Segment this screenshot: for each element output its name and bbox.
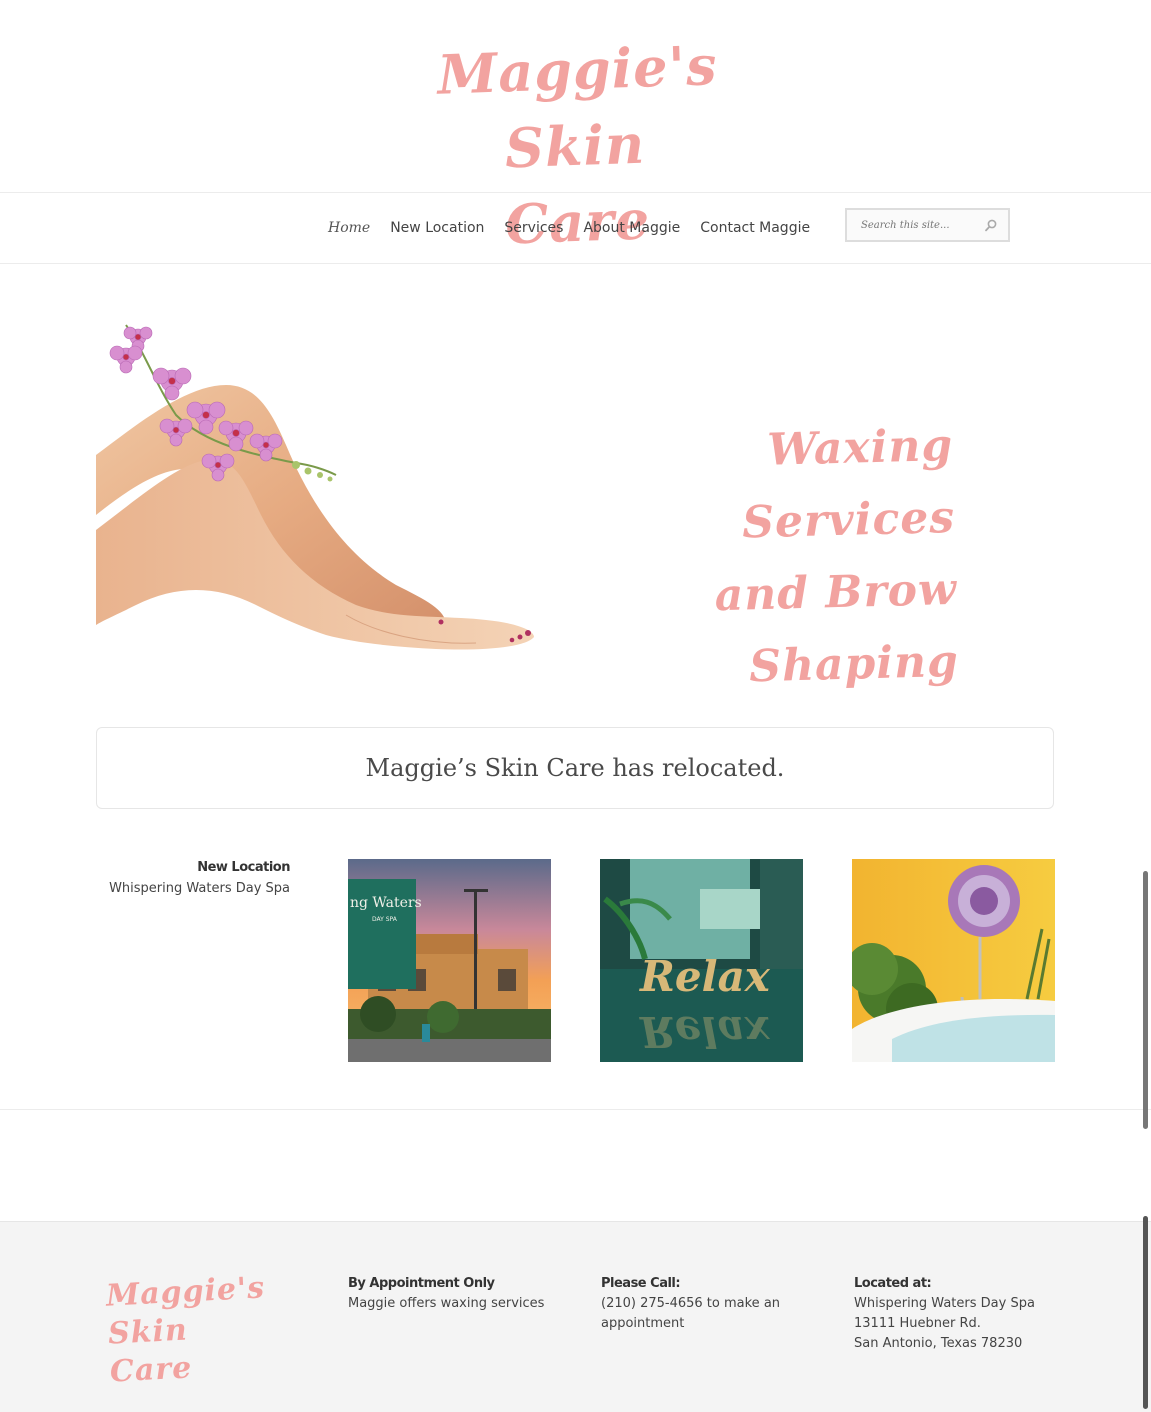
- search-box: [845, 208, 1010, 242]
- logo-line-1: Maggie's: [436, 33, 719, 107]
- scrollbar-thumb-secondary[interactable]: [1143, 1216, 1148, 1409]
- main-nav: Home New Location Services About Maggie …: [318, 193, 820, 263]
- scrollbar[interactable]: [1142, 868, 1150, 1411]
- new-location-name: Whispering Waters Day Spa: [109, 881, 290, 896]
- content-separator: [0, 1109, 1151, 1110]
- nav-item-home[interactable]: Home: [318, 220, 380, 236]
- footer-logo-line-2: Skin Care: [107, 1312, 194, 1390]
- search-icon[interactable]: [984, 218, 998, 232]
- address-line-3: San Antonio, Texas 78230: [854, 1336, 1023, 1351]
- new-location-heading: New Location: [197, 860, 290, 875]
- hero-banner: Waxing Services and Brow Shaping: [96, 315, 1056, 692]
- footer-logo[interactable]: Maggie's Skin Care: [105, 1270, 266, 1391]
- nav-item-about-maggie[interactable]: About Maggie: [573, 220, 690, 236]
- hero-title-line-2: and Brow Shaping: [714, 563, 960, 693]
- legs-with-orchids-image: [96, 324, 534, 650]
- search-input[interactable]: [847, 210, 1001, 240]
- nav-item-services[interactable]: Services: [494, 220, 573, 236]
- site-footer: Maggie's Skin Care By Appointment Only M…: [0, 1221, 1151, 1412]
- photo-spa-tub[interactable]: [852, 859, 1055, 1062]
- footer-appointment-column: By Appointment Only Maggie offers waxing…: [348, 1274, 548, 1314]
- address-heading: Located at:: [854, 1276, 932, 1291]
- relocation-notice: Maggie’s Skin Care has relocated.: [96, 727, 1054, 809]
- relax-text: Relax: [639, 952, 771, 1001]
- nav-item-new-location[interactable]: New Location: [380, 220, 494, 236]
- photo-relax-sign[interactable]: Relax Relax: [600, 859, 803, 1062]
- nav-item-contact-maggie[interactable]: Contact Maggie: [690, 220, 820, 236]
- site-header: Maggie's Skin Care: [0, 0, 1151, 256]
- sign-text: ng Waters: [350, 895, 422, 911]
- hero-title: Waxing Services and Brow Shaping: [562, 410, 959, 708]
- footer-call-column: Please Call: (210) 275-4656 to make an a…: [601, 1274, 791, 1334]
- footer-logo-line-1: Maggie's: [105, 1270, 266, 1314]
- new-location-text: New Location Whispering Waters Day Spa: [96, 857, 290, 899]
- call-text-line-1: (210) 275-4656 to make an: [601, 1296, 781, 1311]
- address-line-2: 13111 Huebner Rd.: [854, 1316, 981, 1331]
- scrollbar-thumb[interactable]: [1143, 871, 1148, 1129]
- nav-bar: Home New Location Services About Maggie …: [0, 193, 1151, 264]
- call-text-line-2: appointment: [601, 1316, 685, 1331]
- spa-tub-image: [852, 859, 1055, 1062]
- appointment-heading: By Appointment Only: [348, 1276, 495, 1291]
- spa-exterior-image: ng Waters DAY SPA: [348, 859, 551, 1062]
- sign-subtext: DAY SPA: [372, 916, 398, 923]
- relax-sign-image: Relax Relax: [600, 859, 803, 1062]
- photo-spa-exterior[interactable]: ng Waters DAY SPA: [348, 859, 551, 1062]
- call-heading: Please Call:: [601, 1276, 681, 1291]
- hero-title-line-1: Waxing Services: [741, 419, 956, 549]
- svg-text:Relax: Relax: [639, 1007, 771, 1056]
- address-line-1: Whispering Waters Day Spa: [854, 1296, 1035, 1311]
- footer-address-column: Located at: Whispering Waters Day Spa 13…: [854, 1274, 1054, 1354]
- appointment-text: Maggie offers waxing services: [348, 1296, 545, 1311]
